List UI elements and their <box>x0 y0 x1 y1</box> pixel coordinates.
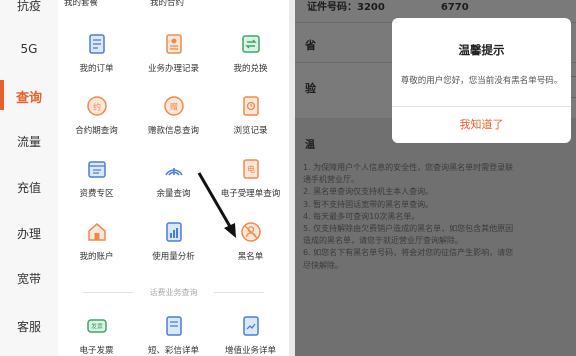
order-icon <box>88 34 105 54</box>
sidebar-item-broadband[interactable]: 宽带 <box>0 270 58 287</box>
grid-item-tariff-zone[interactable]: 资费专区 <box>58 155 135 199</box>
sidebar-item-service[interactable]: 客服 <box>0 318 58 335</box>
section-label: 话费业务查询 <box>58 287 289 298</box>
grid-item-label: 我的账户 <box>79 252 114 262</box>
sidebar-item-partial[interactable]: 抗疫 <box>0 0 58 14</box>
sidebar-item-label: 流量 <box>16 135 41 149</box>
svg-text:约: 约 <box>93 102 101 112</box>
note-line: 造成的黑名单，请您于就近营业厅查询解除。 <box>303 236 463 246</box>
annotation-arrow-icon <box>197 172 236 238</box>
grid-item-label: 浏览记录 <box>233 126 268 136</box>
grid-item-my-orders[interactable]: 我的订单 <box>58 30 135 74</box>
dialog-ok-button[interactable]: 我知道了 <box>392 107 571 143</box>
exchange-icon <box>241 35 260 53</box>
grid-item-label: 黑名单 <box>237 252 264 262</box>
note-line: 尽快解除。 <box>303 260 343 270</box>
note-line: 2. 黑名单查询仅支持机主本人查询。 <box>303 187 434 197</box>
category-sidebar: 抗疫 5G 查询 流量 充值 办理 宽带 客服 <box>0 0 58 356</box>
record-icon <box>165 34 182 54</box>
grid-item-contract-query[interactable]: 约 合约期查询 <box>58 92 135 136</box>
sidebar-item-label: 充值 <box>16 181 41 195</box>
grid-item-gift-query[interactable]: 赠 赠款信息查询 <box>135 92 212 136</box>
sidebar-item-5g[interactable]: 5G <box>0 42 58 56</box>
id-number-end: 6770 <box>440 2 469 13</box>
contract-icon: 约 <box>86 96 107 116</box>
partial-item-label: 我的合约 <box>150 0 185 8</box>
id-number-row: 证件号码：3200 6770 <box>307 0 469 13</box>
grid-item-label: 短、彩信详单 <box>147 346 199 356</box>
grid-item-value-added-detail[interactable]: 增值业务详单 <box>212 312 289 356</box>
screen: 抗疫 5G 查询 流量 充值 办理 宽带 客服 我的套餐 我的合约 我的订单 业… <box>0 0 576 356</box>
grid-item-my-account[interactable]: 我的账户 <box>58 218 135 262</box>
verify-code-label: 验 <box>305 82 316 95</box>
svg-text:发票: 发票 <box>90 323 102 331</box>
grid-item-label: 电子发票 <box>79 346 114 356</box>
grid-item-label: 资费专区 <box>79 189 114 199</box>
sidebar-item-label: 办理 <box>16 227 41 241</box>
grid-item-business-record[interactable]: 业务办理记录 <box>135 30 212 74</box>
tariff-icon <box>87 161 106 178</box>
gift-icon: 赠 <box>163 96 184 116</box>
grid-item-label: 业务办理记录 <box>147 64 199 74</box>
grid-item-label: 赠款信息查询 <box>147 126 199 136</box>
value-added-icon <box>242 316 259 336</box>
id-number-label: 证件号码： <box>307 2 357 13</box>
grid-item-label: 我的订单 <box>79 64 114 74</box>
svg-text:赠: 赠 <box>170 102 178 112</box>
dialog-title: 温馨提示 <box>458 43 505 57</box>
sidebar-item-label: 5G <box>20 42 38 56</box>
province-label[interactable]: 省 <box>305 37 316 53</box>
history-icon <box>242 96 259 116</box>
sidebar-item-query[interactable]: 查询 <box>0 87 58 106</box>
sidebar-item-data[interactable]: 流量 <box>0 133 58 150</box>
left-phone-screen: 抗疫 5G 查询 流量 充值 办理 宽带 客服 我的套餐 我的合约 我的订单 业… <box>0 0 289 356</box>
id-number-start: 3200 <box>357 2 385 13</box>
grid-item-label: 我的兑换 <box>233 64 268 74</box>
grid-item-label: 增值业务详单 <box>224 346 276 356</box>
invoice-icon: 发票 <box>86 319 107 333</box>
sidebar-item-handle[interactable]: 办理 <box>0 225 58 242</box>
note-line: 通手机营业厅。 <box>303 175 359 185</box>
account-icon <box>87 223 106 241</box>
note-line: 1. 为保障用户个人信息的安全性，您查询黑名单时需登录联 <box>303 163 514 172</box>
grid-item-browse-history[interactable]: 浏览记录 <box>212 92 289 136</box>
sidebar-item-label: 抗疫 <box>16 0 41 13</box>
dialog-message: 尊敬的用户您好，您当前没有黑名单号码。 <box>400 76 563 86</box>
sidebar-item-label: 宽带 <box>16 272 41 286</box>
sidebar-item-label: 查询 <box>15 91 42 106</box>
partial-item-label: 我的套餐 <box>64 0 99 8</box>
sidebar-item-label: 客服 <box>16 320 41 334</box>
notes-heading: 温 <box>305 140 315 151</box>
grid-item-label: 合约期查询 <box>75 126 118 136</box>
sidebar-item-recharge[interactable]: 充值 <box>0 179 58 196</box>
right-phone-screen: 证件号码：3200 6770 省 验 温 1. 为保障用户个人信息的安全性，您查询… <box>295 0 576 356</box>
note-line: 4. 每天最多可查询10次黑名单。 <box>303 211 420 221</box>
note-line: 5. 仅支持解除由欠费销户造成的黑名单，如您包含其他原因 <box>303 224 514 234</box>
notes-list: 1. 为保障用户个人信息的安全性，您查询黑名单时需登录联 通手机营业厅。 2. … <box>303 162 558 272</box>
note-line: 3. 暂不支持固话宽带的黑名单查询。 <box>303 199 434 209</box>
sms-icon <box>165 316 182 336</box>
grid-item-my-exchange[interactable]: 我的兑换 <box>212 30 289 74</box>
grid-item-label: 使用量分析 <box>152 252 195 262</box>
note-line: 6. 如您名下有黑名单号码，将会对您的征信产生影响，请您 <box>303 248 514 258</box>
grid-item-sms-detail[interactable]: 短、彩信详单 <box>135 312 212 356</box>
grid-item-e-invoice[interactable]: 发票 电子发票 <box>58 312 135 356</box>
notice-dialog: 温馨提示 尊敬的用户您好，您当前没有黑名单号码。 我知道了 <box>392 18 571 143</box>
